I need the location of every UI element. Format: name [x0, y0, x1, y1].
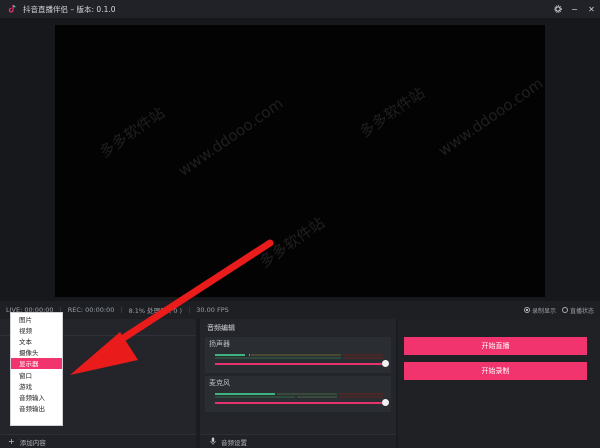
menu-item-text[interactable]: 文本: [11, 335, 62, 346]
mic-level-meter: [215, 396, 385, 398]
menu-item-camera[interactable]: 摄像头: [11, 347, 62, 358]
divider: |: [188, 306, 191, 314]
add-content-label: 添加内容: [19, 438, 46, 447]
rec-timer: REC: 00:00:00: [67, 306, 115, 314]
mic-volume-slider[interactable]: [215, 399, 389, 406]
divider: |: [120, 306, 123, 314]
status-bar: LIVE: 00:00:00 | REC: 00:00:00 | 8.1% 处理…: [0, 301, 600, 319]
menu-item-window[interactable]: 窗口: [11, 369, 62, 380]
cpu-usage: 8.1% 处理器 ( 0 ): [128, 307, 183, 315]
actions-panel: 开始直播 开始录制: [398, 319, 600, 448]
gear-icon[interactable]: [549, 0, 566, 18]
slider-knob[interactable]: [382, 360, 389, 367]
mic-level-meter: [215, 393, 385, 395]
watermark-text: 多多软件站: [256, 213, 328, 272]
mic-label: 麦克风: [209, 379, 230, 387]
tiktok-logo-icon: [7, 4, 17, 14]
menu-item-game[interactable]: 游戏: [11, 380, 62, 391]
video-preview[interactable]: 多多软件站 www.ddooo.com 多多软件站 www.ddooo.com …: [55, 25, 547, 297]
watermark-text: www.ddooo.com: [175, 94, 287, 180]
radio-label: 直播状态: [569, 307, 594, 315]
minimize-button[interactable]: −: [566, 0, 583, 18]
mic-mixer: 麦克风: [205, 376, 391, 412]
speaker-level-meter: [215, 357, 385, 359]
window-controls: − ✕: [549, 0, 600, 18]
app-title: 抖音直播伴侣 – 版本: 0.1.0: [23, 4, 116, 14]
watermark-text: 多多软件站: [96, 103, 168, 162]
speaker-level-meter: [215, 354, 385, 356]
radio-live-status[interactable]: 直播状态: [561, 306, 594, 315]
plus-icon: +: [8, 437, 15, 446]
add-source-menu: 图片 视频 文本 摄像头 显示器 窗口 游戏 音频输入 音频输出: [10, 312, 63, 426]
menu-item-display[interactable]: 显示器: [11, 357, 62, 369]
watermark-text: 多多软件站: [356, 83, 428, 142]
audio-panel-title: 音频编辑: [207, 324, 235, 332]
preview-area: 多多软件站 www.ddooo.com 多多软件站 www.ddooo.com …: [0, 18, 600, 301]
speaker-label: 扬声器: [209, 340, 230, 348]
fps-readout: 30.00 FPS: [196, 306, 229, 314]
menu-item-video[interactable]: 视频: [11, 324, 62, 335]
menu-item-audio-output[interactable]: 音频输出: [11, 403, 62, 414]
watermark-text: www.ddooo.com: [435, 74, 547, 160]
start-live-button[interactable]: 开始直播: [404, 337, 587, 355]
radio-record-display[interactable]: 录制显示: [523, 306, 556, 315]
close-button[interactable]: ✕: [583, 0, 600, 18]
start-record-button[interactable]: 开始录制: [404, 362, 587, 380]
radio-on-icon: [523, 307, 530, 313]
menu-item-audio-input[interactable]: 音频输入: [11, 391, 62, 402]
audio-settings-button[interactable]: 音频设置: [200, 434, 396, 448]
display-options: 录制显示 直播状态: [523, 301, 594, 319]
radio-off-icon: [561, 307, 568, 313]
title-bar: 抖音直播伴侣 – 版本: 0.1.0 − ✕: [0, 0, 600, 18]
add-content-button[interactable]: + 添加内容: [0, 434, 196, 448]
audio-settings-label: 音频设置: [221, 438, 247, 447]
microphone-icon: [210, 437, 216, 447]
speaker-volume-slider[interactable]: [215, 360, 389, 367]
radio-label: 录制显示: [531, 307, 556, 315]
slider-knob[interactable]: [382, 399, 389, 406]
speaker-mixer: 扬声器: [205, 337, 391, 373]
menu-item-image[interactable]: 图片: [11, 313, 62, 324]
